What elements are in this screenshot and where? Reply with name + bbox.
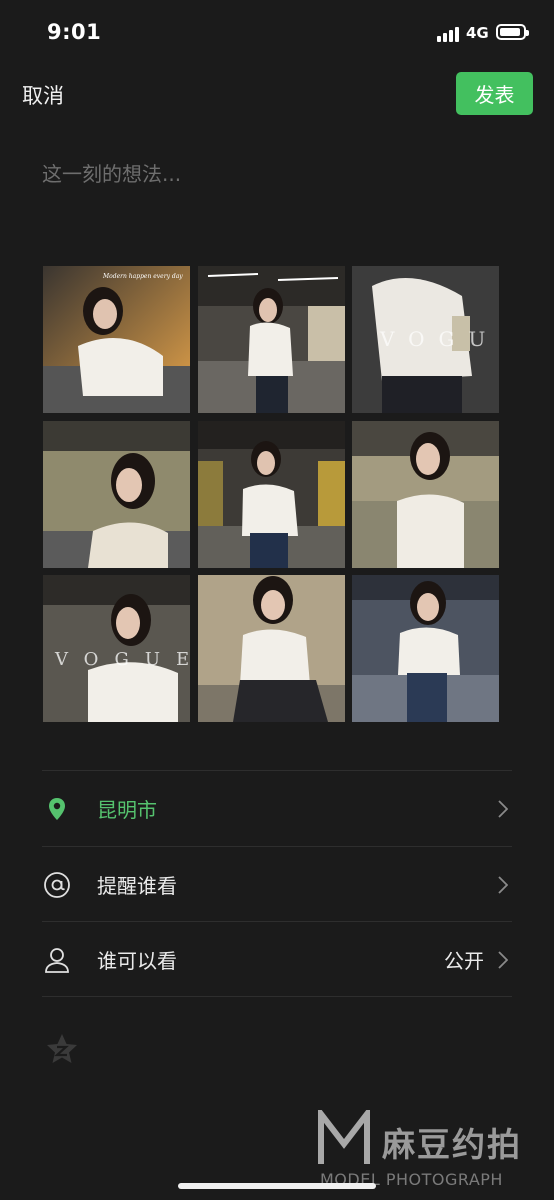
photo-caption: VOGUE xyxy=(54,649,190,670)
visibility-label: 谁可以看 xyxy=(97,949,177,973)
chevron-right-icon xyxy=(498,951,508,969)
thought-input[interactable]: 这一刻的想法... xyxy=(42,158,512,218)
chevron-right-icon xyxy=(498,800,508,818)
divider xyxy=(42,921,512,922)
photo-7[interactable]: VOGUE xyxy=(43,575,190,722)
star-icon[interactable] xyxy=(45,1032,79,1066)
watermark-logo xyxy=(318,1110,370,1164)
photo-6[interactable] xyxy=(352,421,499,568)
photo-caption: Modern happen every day xyxy=(102,273,183,280)
moments-composer-screen: 9:01 4G 取消 发表 这一刻的想法... Modern happen ev… xyxy=(0,0,554,1200)
status-time: 9:01 xyxy=(47,20,102,44)
visibility-value: 公开 xyxy=(444,949,484,973)
photo-9[interactable] xyxy=(352,575,499,722)
photo-4[interactable] xyxy=(43,421,190,568)
photo-1[interactable]: Modern happen every day xyxy=(43,266,190,413)
person-icon xyxy=(45,948,69,973)
at-icon xyxy=(44,872,70,898)
chevron-right-icon xyxy=(498,876,508,894)
divider xyxy=(42,996,512,997)
location-option[interactable]: 昆明市 xyxy=(42,772,512,846)
status-bar: 9:01 4G xyxy=(0,0,554,66)
cancel-button[interactable]: 取消 xyxy=(22,80,64,110)
publish-button[interactable]: 发表 xyxy=(456,72,533,115)
divider xyxy=(42,846,512,847)
mention-option[interactable]: 提醒谁看 xyxy=(42,848,512,922)
watermark-brand-cn: 麻豆约拍 xyxy=(382,1125,522,1164)
network-type: 4G xyxy=(466,24,489,42)
home-indicator[interactable] xyxy=(178,1183,376,1189)
battery-icon xyxy=(496,24,529,40)
mention-label: 提醒谁看 xyxy=(97,874,177,898)
photo-2[interactable] xyxy=(198,266,345,413)
visibility-option[interactable]: 谁可以看 公开 xyxy=(42,923,512,997)
photo-grid: Modern happen every day VOGU VOGU xyxy=(43,266,500,722)
photo-5[interactable] xyxy=(198,421,345,568)
photo-3[interactable]: VOGUE xyxy=(352,266,499,413)
divider xyxy=(42,770,512,771)
photo-8[interactable] xyxy=(198,575,345,722)
location-label: 昆明市 xyxy=(97,798,157,822)
photo-caption: VOGUE xyxy=(379,327,499,351)
location-pin-icon xyxy=(49,798,65,820)
signal-icon xyxy=(437,26,461,42)
